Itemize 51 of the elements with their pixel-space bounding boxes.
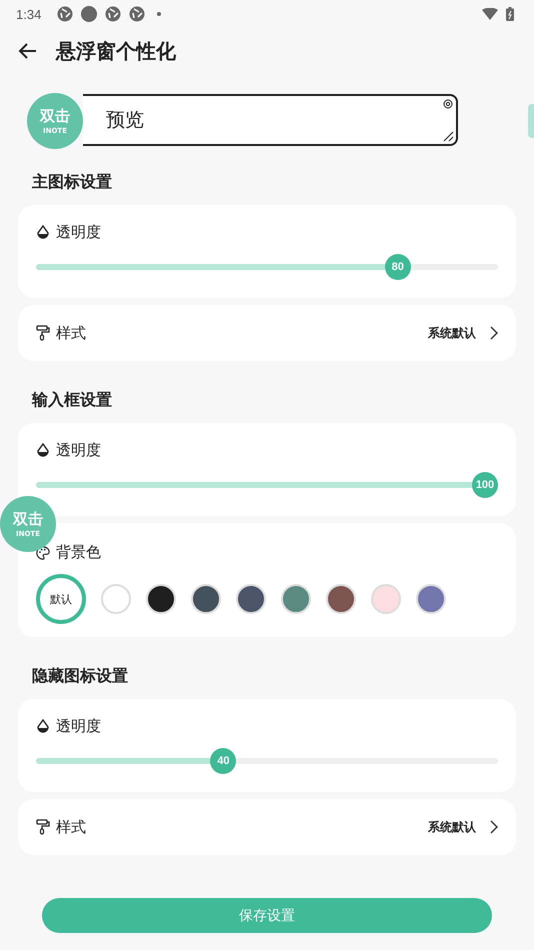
settings-icon[interactable] <box>443 99 453 109</box>
back-arrow-icon[interactable] <box>18 41 38 61</box>
aperture-icon <box>129 6 146 22</box>
setting-label: 透明度 <box>56 717 101 736</box>
dot-icon <box>81 6 98 22</box>
color-swatch[interactable] <box>416 584 446 614</box>
section-title: 输入框设置 <box>30 389 113 411</box>
setting-label: 样式 <box>56 324 86 342</box>
slider-thumb[interactable]: 100 <box>472 472 498 498</box>
paint-roller-icon <box>36 325 50 341</box>
style-row[interactable]: 样式 系统默认 <box>18 305 516 361</box>
style-row[interactable]: 样式 系统默认 <box>18 799 516 855</box>
preview-text: 预览 <box>106 108 144 133</box>
style-value: 系统默认 <box>428 324 476 342</box>
aperture-icon <box>105 6 122 22</box>
color-swatch[interactable] <box>146 584 176 614</box>
color-swatch[interactable] <box>236 584 266 614</box>
color-swatch[interactable] <box>371 584 401 614</box>
chevron-right-icon <box>490 820 498 834</box>
chevron-right-icon <box>490 326 498 340</box>
default-swatch[interactable]: 默认 <box>36 574 86 624</box>
page-title: 悬浮窗个性化 <box>56 38 176 64</box>
save-button[interactable]: 保存设置 <box>42 898 492 933</box>
status-time: 1:34 <box>16 6 42 22</box>
battery-icon <box>506 7 514 21</box>
opacity-slider[interactable]: 40 <box>36 748 498 774</box>
drop-icon <box>36 718 50 734</box>
setting-label: 背景色 <box>56 543 101 562</box>
section-title: 隐藏图标设置 <box>31 665 129 687</box>
drop-icon <box>36 442 50 458</box>
section-title: 主图标设置 <box>31 171 113 193</box>
resize-handle-icon[interactable] <box>442 130 454 142</box>
color-swatch[interactable] <box>191 584 221 614</box>
slider-thumb[interactable]: 80 <box>384 254 411 280</box>
setting-label: 样式 <box>56 818 86 836</box>
wifi-icon <box>482 8 498 20</box>
opacity-slider[interactable]: 100 <box>36 472 498 498</box>
edge-handle[interactable] <box>528 104 534 138</box>
setting-label: 透明度 <box>56 223 101 242</box>
paint-roller-icon <box>36 819 50 835</box>
style-value: 系统默认 <box>428 818 476 836</box>
setting-label: 透明度 <box>56 441 101 460</box>
more-icon <box>157 12 162 16</box>
color-swatch[interactable] <box>326 584 356 614</box>
opacity-slider[interactable]: 80 <box>36 254 498 280</box>
aperture-icon <box>57 6 74 22</box>
slider-thumb[interactable]: 40 <box>210 748 236 774</box>
preview-input-box[interactable]: 预览 <box>83 94 458 146</box>
color-swatch[interactable] <box>281 584 311 614</box>
drop-icon <box>36 224 50 240</box>
color-swatch[interactable] <box>101 584 131 614</box>
